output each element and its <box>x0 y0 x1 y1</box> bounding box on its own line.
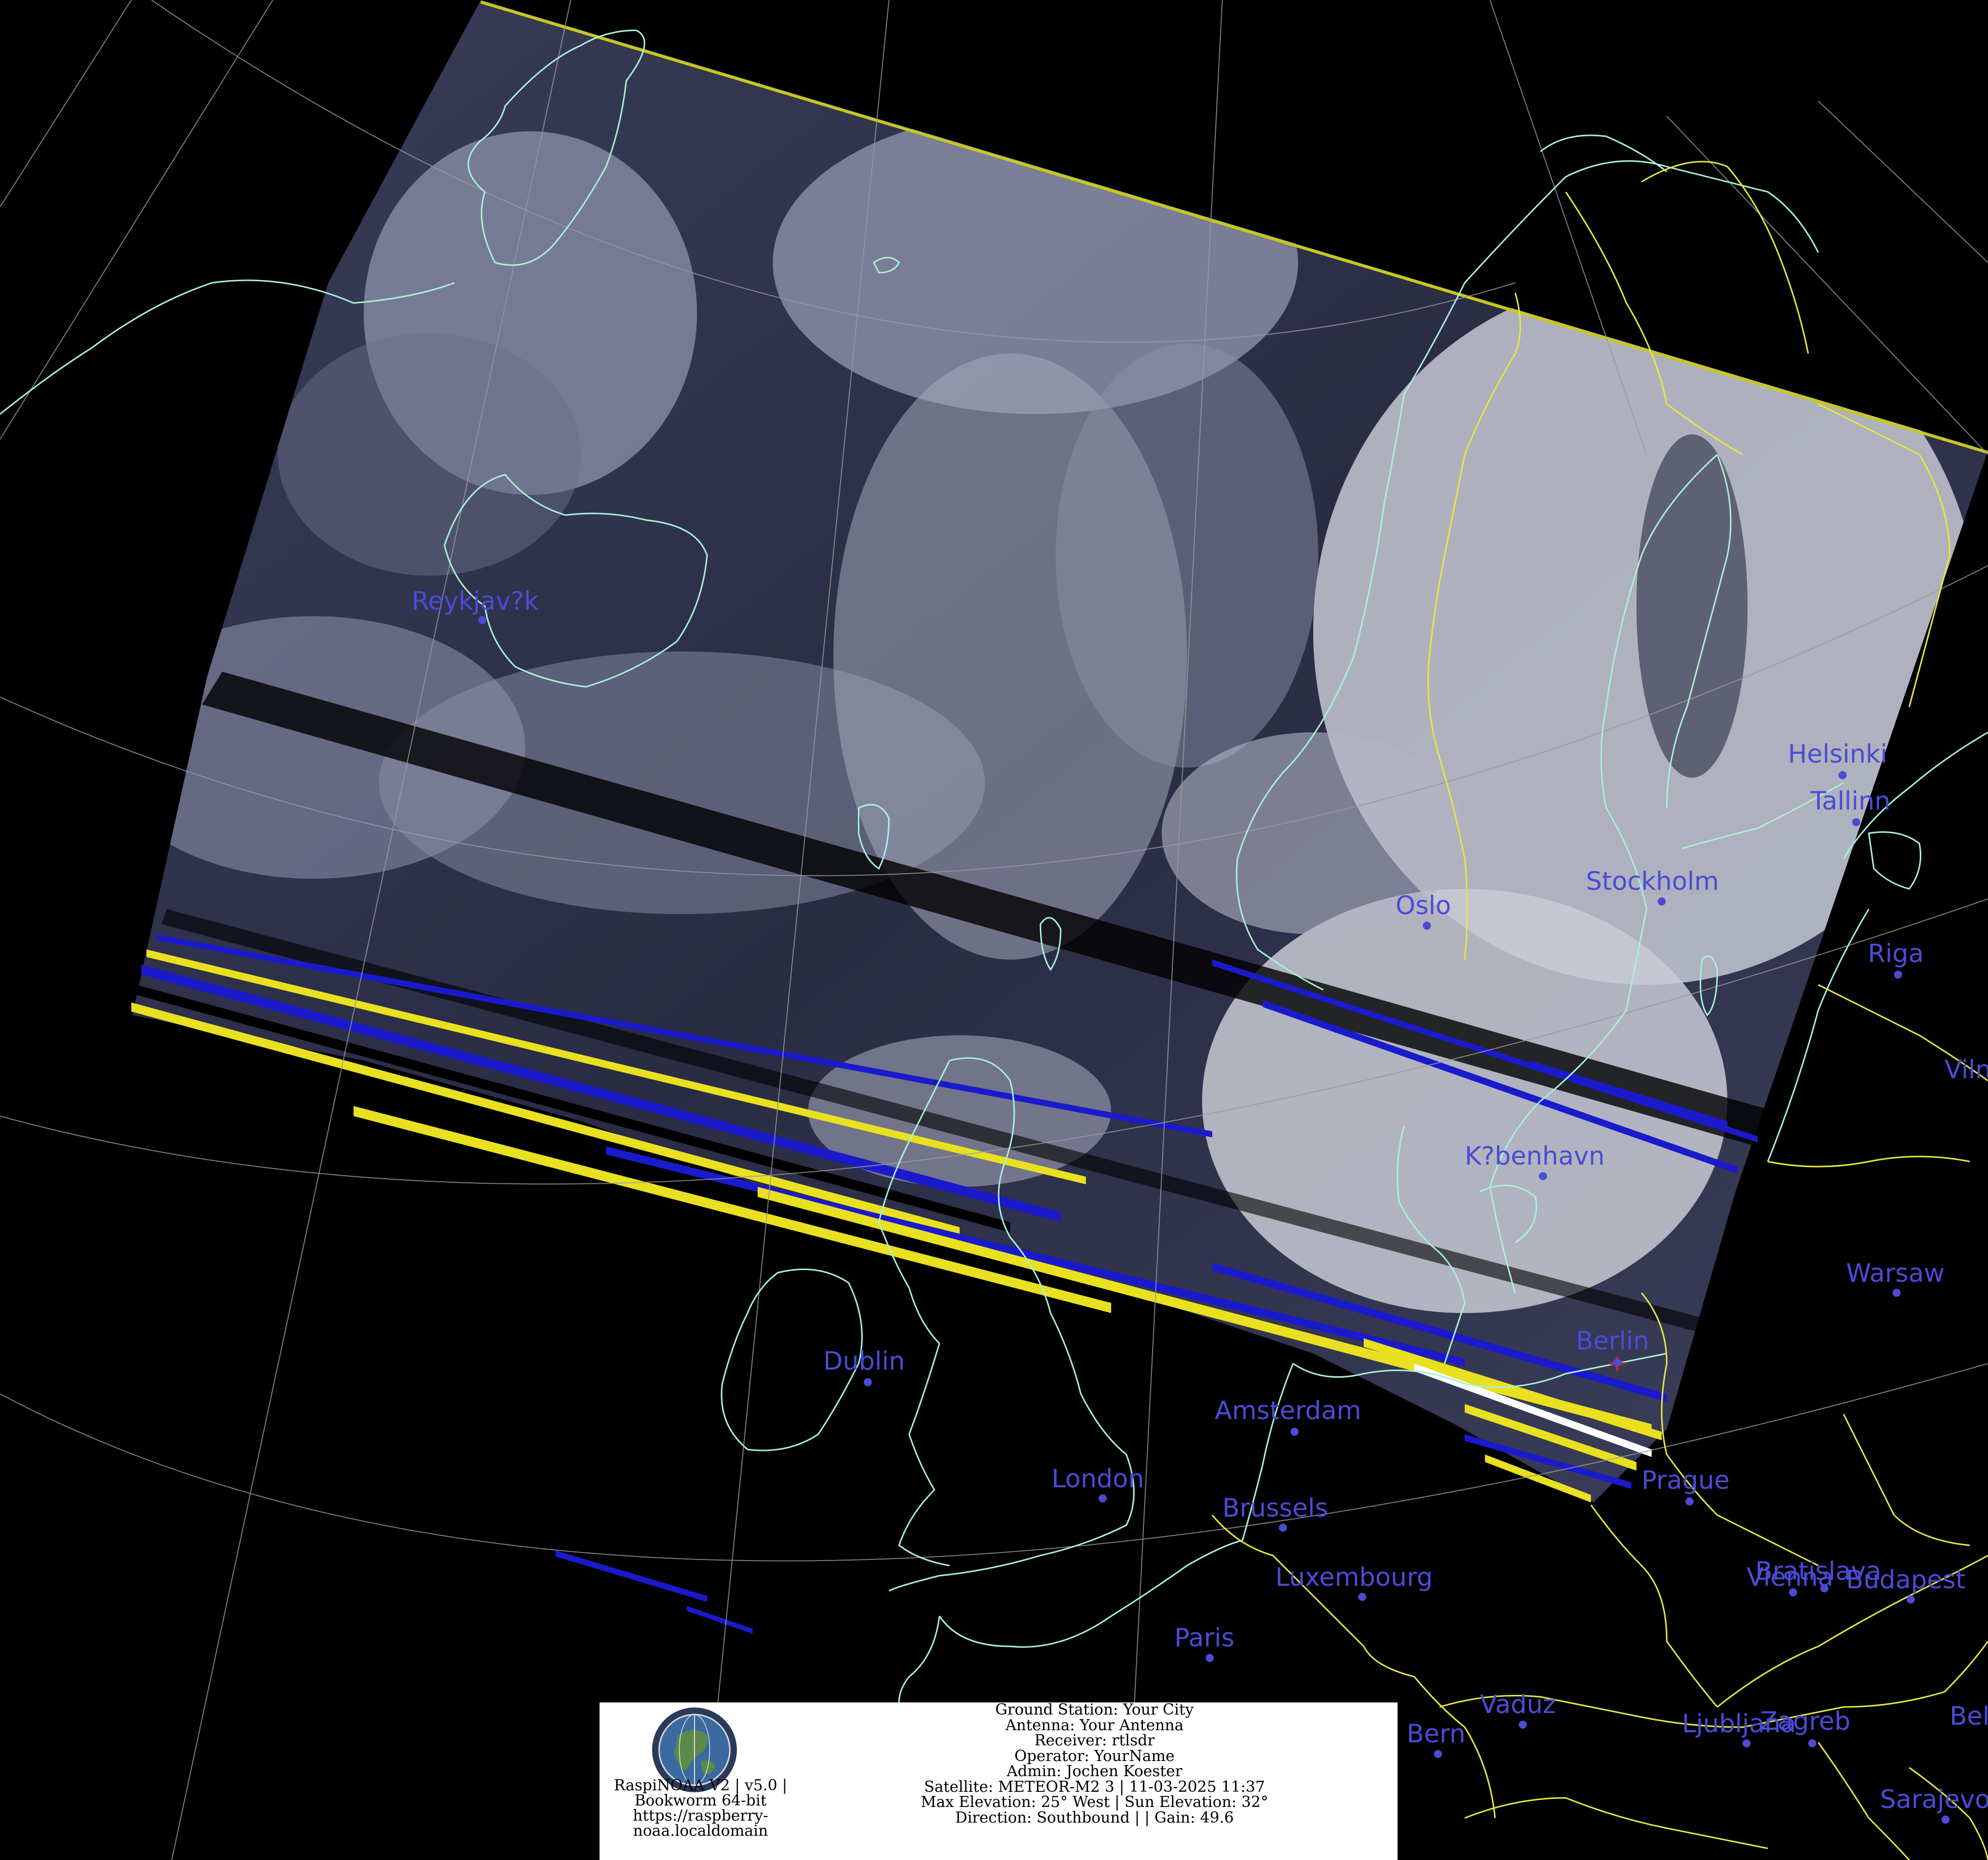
city-label: Berlin <box>1576 1326 1649 1355</box>
satellite-map: Reykjav?k Helsinki Tallinn Stockholm Osl… <box>0 0 1988 1860</box>
city-label: Vaduz <box>1480 1690 1556 1719</box>
city-label: Vienna <box>1747 1563 1833 1592</box>
city-label: Budapest <box>1846 1565 1966 1594</box>
elevation-line: Max Elevation: 25° West | Sun Elevation:… <box>921 1793 1268 1811</box>
operator-line: Operator: YourName <box>1014 1747 1175 1765</box>
city-label: Bern <box>1407 1719 1465 1748</box>
city-marker: Warsaw <box>1846 1259 1945 1297</box>
software-text: RaspiNOAA V2 | v5.0 | Bookworm 64-bit ht… <box>600 1778 802 1839</box>
city-label: Tallinn <box>1810 786 1891 816</box>
city-marker: Vienna <box>1747 1563 1833 1592</box>
city-marker: Paris <box>1174 1623 1234 1662</box>
city-label: Vilnius <box>1945 1055 1988 1084</box>
city-marker: Riga <box>1868 939 1924 979</box>
city-label: Paris <box>1174 1623 1234 1652</box>
city-marker: Vaduz <box>1480 1690 1556 1729</box>
city-label: Sarajevo <box>1880 1785 1988 1814</box>
city-label: Riga <box>1868 939 1924 968</box>
city-label: Dublin <box>823 1346 905 1376</box>
station-details: Ground Station: Your City Antenna: Your … <box>791 1702 1398 1860</box>
receiver-line: Receiver: rtlsdr <box>1034 1732 1155 1749</box>
satellite-swath <box>132 0 1988 1502</box>
city-marker: Luxembourg <box>1275 1563 1433 1601</box>
city-label: Warsaw <box>1846 1259 1945 1288</box>
admin-line: Admin: Jochen Koester <box>1007 1763 1182 1780</box>
city-marker: Zagreb <box>1760 1706 1851 1747</box>
city-label: Stockholm <box>1586 867 1719 896</box>
city-marker: Vilnius <box>1945 1055 1988 1084</box>
city-label: Oslo <box>1396 891 1451 920</box>
ground-station-info-panel: RaspiNOAA V2 | v5.0 | Bookworm 64-bit ht… <box>600 1702 1398 1860</box>
city-marker: Belgrade <box>1950 1701 1988 1731</box>
city-marker: Amsterdam <box>1215 1396 1361 1436</box>
ground-station-line: Ground Station: Your City <box>995 1701 1194 1719</box>
software-line: RaspiNOAA V2 | v5.0 | <box>614 1777 787 1794</box>
city-label: Brussels <box>1222 1493 1328 1523</box>
direction-line: Direction: Southbound | | Gain: 49.6 <box>955 1808 1234 1827</box>
city-marker: Dublin <box>823 1346 905 1386</box>
city-marker: Bern <box>1407 1719 1465 1758</box>
software-url-link[interactable]: noaa.localdomain <box>600 1824 802 1839</box>
city-label: Helsinki <box>1788 739 1887 769</box>
satellite-line: Satellite: METEOR-M2 3 | 11-03-2025 11:3… <box>924 1778 1265 1796</box>
city-label: Luxembourg <box>1275 1563 1433 1592</box>
city-marker: Brussels <box>1222 1493 1328 1532</box>
software-url-link[interactable]: https://raspberry- <box>600 1808 802 1824</box>
city-label: Reykjav?k <box>412 586 538 616</box>
city-marker: London <box>1052 1464 1144 1502</box>
antenna-line: Antenna: Your Antenna <box>1005 1716 1184 1734</box>
city-label: Belgrade <box>1950 1701 1988 1731</box>
software-info: RaspiNOAA V2 | v5.0 | Bookworm 64-bit ht… <box>600 1702 791 1860</box>
city-marker: Sarajevo <box>1880 1785 1988 1824</box>
city-marker: Prague <box>1642 1466 1730 1505</box>
city-label: Zagreb <box>1760 1706 1851 1736</box>
city-label: Amsterdam <box>1215 1396 1361 1425</box>
city-label: London <box>1052 1464 1144 1493</box>
city-label: K?benhavn <box>1465 1141 1605 1171</box>
software-line: Bookworm 64-bit <box>634 1792 767 1809</box>
city-label: Prague <box>1642 1466 1730 1495</box>
